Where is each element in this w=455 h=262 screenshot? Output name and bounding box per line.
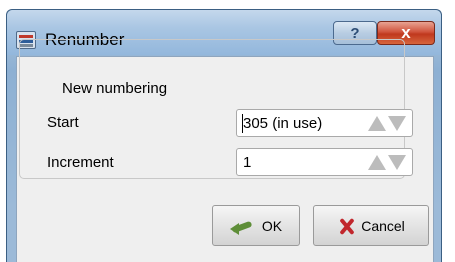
start-spin-arrows[interactable] xyxy=(368,116,406,132)
cancel-label: Cancel xyxy=(361,217,405,234)
ok-button[interactable]: OK xyxy=(212,205,300,246)
spin-up-icon[interactable] xyxy=(368,116,386,131)
start-label: Start xyxy=(47,114,79,131)
increment-spinbox[interactable]: 1 xyxy=(236,148,413,176)
ok-label: OK xyxy=(261,217,283,234)
increment-label: Increment xyxy=(47,154,114,171)
green-arrow-icon xyxy=(229,217,256,235)
cancel-button[interactable]: Cancel xyxy=(313,205,429,246)
spin-down-icon[interactable] xyxy=(388,116,406,131)
spin-down-icon[interactable] xyxy=(388,155,406,170)
increment-spin-arrows[interactable] xyxy=(368,155,406,171)
increment-value[interactable]: 1 xyxy=(243,154,251,171)
start-value[interactable]: 305 (in use) xyxy=(243,115,322,132)
start-spinbox[interactable]: 305 (in use) xyxy=(236,109,413,137)
groupbox-title: New numbering xyxy=(56,80,174,97)
desktop-background-top xyxy=(0,0,455,8)
red-x-icon xyxy=(337,217,355,235)
spin-up-icon[interactable] xyxy=(368,155,386,170)
